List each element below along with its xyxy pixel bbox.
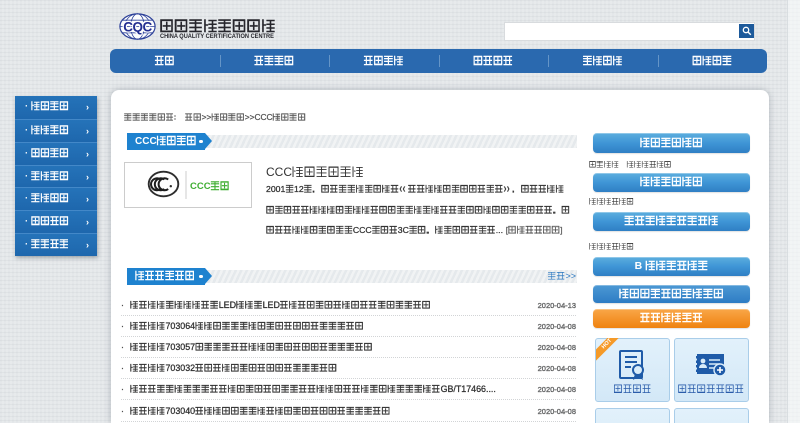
svg-text:CCC认证: CCC认证 <box>190 181 230 191</box>
svg-text:CQC: CQC <box>123 19 152 34</box>
